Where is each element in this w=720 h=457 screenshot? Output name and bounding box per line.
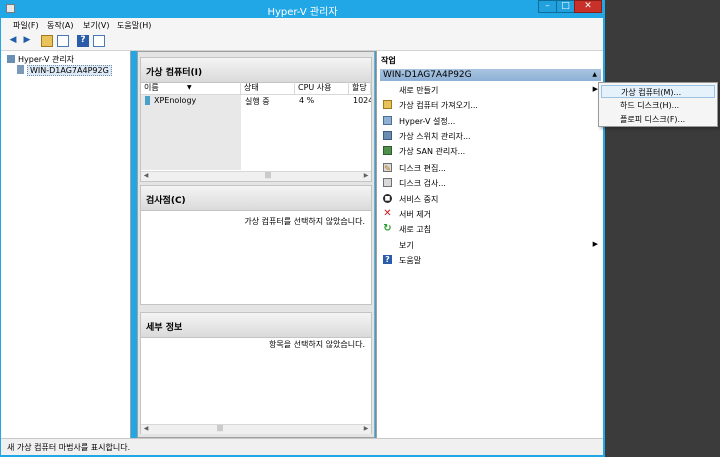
remove-icon: ✕ bbox=[383, 208, 392, 219]
show-hide-tree-icon[interactable] bbox=[57, 35, 69, 47]
edit-disk-icon: ✎ bbox=[383, 163, 392, 173]
submenu-item-virtual-machine[interactable]: 가상 컴퓨터(M)... bbox=[601, 85, 715, 98]
action-hyperv-settings[interactable]: Hyper-V 설정... bbox=[380, 114, 601, 128]
scroll-thumb-grip-icon[interactable]: ||| bbox=[217, 426, 223, 432]
action-stop-service[interactable]: ■ 서비스 중지 bbox=[380, 192, 601, 206]
submenu-item-hard-disk[interactable]: 하드 디스크(H)... bbox=[601, 99, 715, 112]
new-submenu: 가상 컴퓨터(M)... 하드 디스크(H)... 플로피 디스크(F)... bbox=[598, 82, 718, 127]
scroll-thumb-grip-icon[interactable]: ||| bbox=[265, 173, 271, 179]
action-switch-manager[interactable]: 가상 스위치 관리자... bbox=[380, 129, 601, 143]
server-icon bbox=[17, 65, 24, 74]
help-icon[interactable]: ? bbox=[77, 35, 89, 47]
menu-action[interactable]: 동작(A) bbox=[47, 20, 73, 31]
vm-section-title: 가상 컴퓨터(I) bbox=[146, 68, 203, 78]
up-folder-icon[interactable] bbox=[41, 35, 53, 47]
back-arrow-icon[interactable]: ◀ bbox=[7, 35, 19, 47]
action-edit-disk[interactable]: ✎ 디스크 편집... bbox=[380, 161, 601, 175]
column-header-memory[interactable]: 할당 bbox=[349, 82, 371, 94]
actions-header: 작업 bbox=[381, 56, 396, 65]
actions-pane: 작업 WIN-D1AG7A4P92G ▲ 새로 만들기 ▶ 가상 컴퓨터 가져오… bbox=[376, 51, 603, 438]
sort-arrow-icon: ▼ bbox=[187, 84, 192, 91]
stop-icon: ■ bbox=[383, 194, 392, 203]
minimize-button[interactable]: – bbox=[538, 0, 557, 13]
details-scrollbar[interactable]: ◀ ||| ▶ bbox=[141, 424, 371, 434]
san-icon bbox=[383, 146, 392, 155]
menu-bar: 파일(F) 동작(A) 보기(V) 도움말(H) bbox=[1, 18, 603, 32]
center-pane: 가상 컴퓨터(I) 이름 ▼ 상태 CPU 사용 할당 XPEnology 실행 … bbox=[137, 51, 375, 438]
vm-table-header: 이름 ▼ 상태 CPU 사용 할당 bbox=[141, 82, 371, 95]
column-header-state[interactable]: 상태 bbox=[241, 82, 295, 94]
column-header-name[interactable]: 이름 ▼ bbox=[141, 82, 241, 94]
submenu-arrow-icon: ▶ bbox=[592, 240, 598, 248]
submenu-item-floppy-disk[interactable]: 플로피 디스크(F)... bbox=[601, 113, 715, 126]
vm-table-scrollbar[interactable]: ◀ ||| ▶ bbox=[141, 171, 371, 181]
action-inspect-disk[interactable]: 디스크 검사... bbox=[380, 176, 601, 190]
menu-view[interactable]: 보기(V) bbox=[83, 20, 109, 31]
navigation-tree: Hyper-V 관리자 WIN-D1AG7A4P92G bbox=[1, 51, 131, 438]
details-section-header: 세부 정보 bbox=[141, 313, 371, 338]
window-title: Hyper-V 관리자 bbox=[267, 7, 338, 18]
title-bar[interactable]: Hyper-V 관리자 – □ ✕ bbox=[0, 0, 605, 18]
checkpoint-empty-message: 가상 컴퓨터를 선택하지 않았습니다. bbox=[244, 217, 365, 226]
scroll-right-icon[interactable]: ▶ bbox=[363, 426, 369, 432]
action-import-vm[interactable]: 가상 컴퓨터 가져오기... bbox=[380, 98, 601, 112]
checkpoint-section: 검사점(C) 가상 컴퓨터를 선택하지 않았습니다. bbox=[140, 185, 372, 305]
tree-item-hyperv-manager[interactable]: Hyper-V 관리자 bbox=[7, 54, 74, 65]
refresh-icon: ↻ bbox=[383, 223, 392, 234]
settings-icon bbox=[383, 116, 392, 125]
vm-section: 가상 컴퓨터(I) 이름 ▼ 상태 CPU 사용 할당 XPEnology 실행 … bbox=[140, 57, 372, 182]
action-refresh[interactable]: ↻ 새로 고침 bbox=[380, 222, 601, 236]
status-text: 새 가상 컴퓨터 마법사를 표시합니다. bbox=[7, 443, 131, 452]
checkpoint-section-header: 검사점(C) bbox=[141, 186, 371, 211]
details-empty-message: 항목을 선택하지 않았습니다. bbox=[269, 340, 365, 349]
show-hide-action-pane-icon[interactable] bbox=[93, 35, 105, 47]
close-button[interactable]: ✕ bbox=[574, 0, 602, 13]
hyperv-window: Hyper-V 관리자 – □ ✕ 파일(F) 동작(A) 보기(V) 도움말(… bbox=[0, 0, 605, 457]
details-section: 세부 정보 항목을 선택하지 않았습니다. ◀ ||| ▶ bbox=[140, 312, 372, 434]
vm-cpu: 4 % bbox=[299, 96, 315, 105]
table-row[interactable]: XPEnology 실행 중 4 % 1024M bbox=[141, 95, 371, 107]
actions-group-server[interactable]: WIN-D1AG7A4P92G ▲ bbox=[380, 69, 601, 81]
toolbar: ◀ ▶ ? bbox=[1, 32, 603, 51]
scroll-left-icon[interactable]: ◀ bbox=[143, 426, 149, 432]
checkpoint-section-title: 검사점(C) bbox=[146, 196, 186, 206]
scroll-left-icon[interactable]: ◀ bbox=[143, 173, 149, 179]
inspect-disk-icon bbox=[383, 178, 392, 187]
tree-item-server[interactable]: WIN-D1AG7A4P92G bbox=[17, 65, 112, 76]
vm-memory: 1024M bbox=[353, 96, 371, 105]
switch-icon bbox=[383, 131, 392, 140]
menu-help[interactable]: 도움말(H) bbox=[117, 20, 151, 31]
action-remove-server[interactable]: ✕ 서버 제거 bbox=[380, 207, 601, 221]
help-icon: ? bbox=[383, 255, 392, 264]
forward-arrow-icon[interactable]: ▶ bbox=[21, 35, 33, 47]
collapse-arrow-icon[interactable]: ▲ bbox=[592, 71, 597, 78]
vm-section-header: 가상 컴퓨터(I) bbox=[141, 58, 371, 83]
action-san-manager[interactable]: 가상 SAN 관리자... bbox=[380, 144, 601, 158]
details-section-title: 세부 정보 bbox=[146, 323, 183, 333]
vm-state: 실행 중 bbox=[245, 97, 270, 106]
action-view[interactable]: 보기 ▶ bbox=[380, 238, 601, 252]
menu-file[interactable]: 파일(F) bbox=[13, 20, 39, 31]
action-help[interactable]: ? 도움말 bbox=[380, 253, 601, 267]
import-icon bbox=[383, 100, 392, 109]
column-header-cpu[interactable]: CPU 사용 bbox=[295, 82, 349, 94]
vm-name: XPEnology bbox=[154, 96, 197, 105]
scroll-right-icon[interactable]: ▶ bbox=[363, 173, 369, 179]
hyperv-manager-icon bbox=[7, 55, 15, 63]
status-bar: 새 가상 컴퓨터 마법사를 표시합니다. bbox=[1, 438, 603, 455]
maximize-button[interactable]: □ bbox=[556, 0, 575, 13]
vm-icon bbox=[145, 96, 150, 105]
action-new[interactable]: 새로 만들기 ▶ bbox=[380, 83, 601, 97]
